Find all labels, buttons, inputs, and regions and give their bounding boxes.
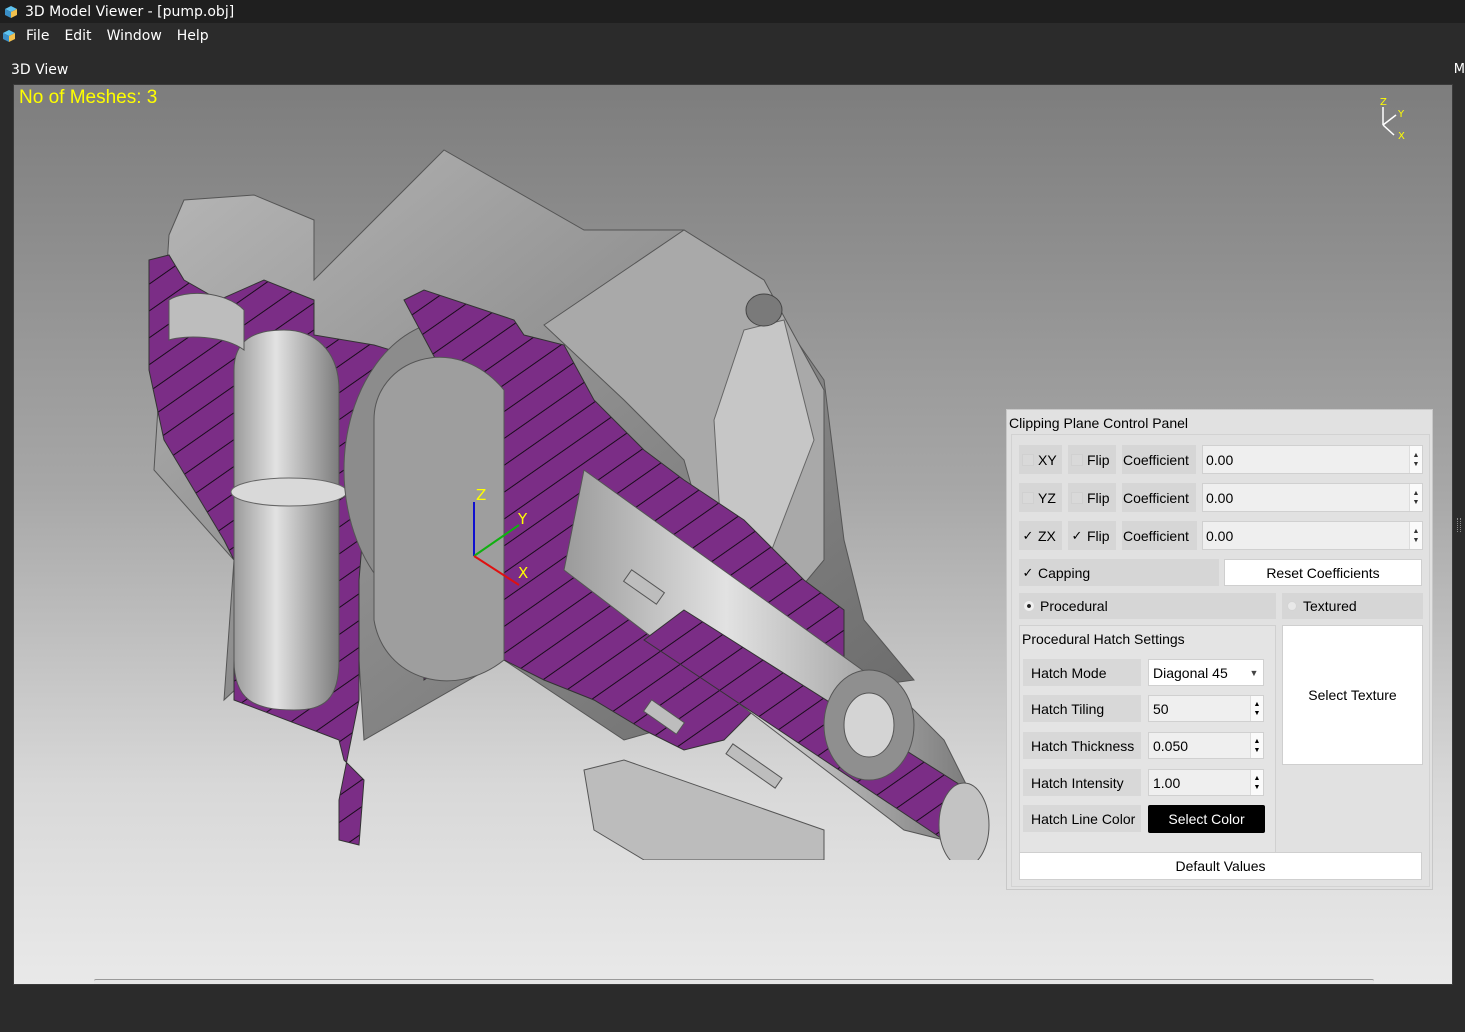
horizontal-scrollbar[interactable] [94,979,1374,984]
textured-label: Textured [1303,598,1357,614]
xy-flip-checkbox[interactable]: Flip [1068,445,1116,474]
intensity-spin-arrows-icon[interactable]: ▲ ▼ [1250,770,1263,795]
zx-label: ZX [1038,527,1056,544]
xy-spin-arrows-icon[interactable]: ▲ ▼ [1409,446,1422,473]
view-header: 3D View M [0,58,1465,82]
xy-coefficient-value: 0.00 [1206,451,1234,468]
xy-flip-checkbox-box [1071,453,1083,466]
hatch-mode-dropdown[interactable]: Diagonal 45 ▼ [1148,659,1264,686]
capping-label: Capping [1038,564,1091,581]
xy-coefficient-spinbox[interactable]: 0.00 ▲ ▼ [1202,445,1423,474]
zx-flip-checkmark-icon: ✓ [1071,527,1083,543]
hatch-tiling-label: Hatch Tiling [1023,695,1141,722]
zx-flip-label: Flip [1087,527,1110,544]
zx-coefficient-spinbox[interactable]: 0.00 ▲ ▼ [1202,521,1423,550]
tiling-spin-arrows-icon[interactable]: ▲ ▼ [1250,696,1263,721]
textured-radio-dot-icon [1287,601,1297,611]
menu-file[interactable]: File [26,26,49,46]
hatch-settings-group: Procedural Hatch Settings Hatch Mode Dia… [1019,625,1276,855]
yz-spin-arrows-icon[interactable]: ▲ ▼ [1409,484,1422,511]
dock-splitter-handle[interactable] [1457,518,1461,532]
zx-coefficient-label: Coefficient [1122,521,1197,550]
xy-coefficient-label: Coefficient [1122,445,1196,474]
zx-plane-checkbox[interactable]: ✓ ZX [1019,521,1062,550]
default-values-button[interactable]: Default Values [1019,852,1422,880]
menu-edit[interactable]: Edit [64,26,91,46]
hatch-intensity-spinbox[interactable]: 1.00 ▲ ▼ [1148,769,1264,796]
capping-checkmark-icon: ✓ [1022,564,1034,580]
model-axis-x-label: X [518,564,528,582]
model-axis-y-label: Y [517,510,528,528]
triad-x-label: X [1398,131,1405,142]
hatch-thickness-spinbox[interactable]: 0.050 ▲ ▼ [1148,732,1264,759]
title-bar: 3D Model Viewer - [pump.obj] [0,0,1465,23]
procedural-radio-dot-icon [1024,601,1034,611]
triad-z-label: Z [1380,97,1387,108]
panel-content: XY Flip Coefficient 0.00 ▲ ▼ YZ Flip Coef… [1011,434,1430,887]
zx-checkmark-icon: ✓ [1022,527,1034,543]
hatch-tiling-spinbox[interactable]: 50 ▲ ▼ [1148,695,1264,722]
yz-label: YZ [1038,489,1056,506]
mesh-count-label: No of Meshes: 3 [19,87,158,108]
hatch-thickness-value: 0.050 [1153,737,1189,754]
triad-y-label: Y [1397,109,1405,120]
menu-bar: File Edit Window Help [0,23,1465,48]
model-axis-z-label: Z [476,486,486,504]
hatch-line-color-label: Hatch Line Color [1023,805,1141,832]
second-dock-title[interactable]: M [1454,62,1465,77]
yz-coefficient-label: Coefficient [1122,483,1196,512]
clipping-plane-panel: Clipping Plane Control Panel XY Flip Coe… [1006,409,1433,890]
yz-plane-checkbox[interactable]: YZ [1019,483,1062,512]
yz-flip-checkbox[interactable]: Flip [1068,483,1116,512]
hatch-mode-value: Diagonal 45 [1153,664,1228,681]
hatch-thickness-label: Hatch Thickness [1023,732,1141,759]
textured-radio[interactable]: Textured [1282,593,1423,619]
yz-flip-checkbox-box [1071,491,1083,504]
chevron-down-icon: ▼ [1249,667,1259,678]
xy-checkbox-box [1022,453,1034,466]
menu-window[interactable]: Window [107,26,162,46]
xy-plane-checkbox[interactable]: XY [1019,445,1062,474]
yz-coefficient-spinbox[interactable]: 0.00 ▲ ▼ [1202,483,1423,512]
yz-flip-label: Flip [1087,489,1110,506]
app-cube-icon [3,29,15,42]
xy-label: XY [1038,451,1057,468]
select-texture-button[interactable]: Select Texture [1282,625,1423,765]
hatch-mode-label: Hatch Mode [1023,659,1141,686]
procedural-radio[interactable]: Procedural [1019,593,1276,619]
yz-checkbox-box [1022,491,1034,504]
xy-flip-label: Flip [1087,451,1110,468]
hatch-tiling-value: 50 [1153,700,1169,717]
view-title: 3D View [11,62,69,78]
menu-help[interactable]: Help [177,26,209,46]
panel-title: Clipping Plane Control Panel [1009,415,1188,431]
capping-checkbox[interactable]: ✓ Capping [1019,559,1219,586]
axis-triad-icon: Z Y X [1380,97,1405,142]
thickness-spin-arrows-icon[interactable]: ▲ ▼ [1250,733,1263,758]
yz-coefficient-value: 0.00 [1206,489,1234,506]
reset-coefficients-button[interactable]: Reset Coefficients [1224,559,1422,586]
hatch-intensity-label: Hatch Intensity [1023,769,1141,796]
zx-spin-arrows-icon[interactable]: ▲ ▼ [1409,522,1422,549]
procedural-label: Procedural [1040,598,1108,614]
hatch-intensity-value: 1.00 [1153,774,1181,791]
app-cube-icon [5,5,17,18]
select-color-button[interactable]: Select Color [1148,805,1265,833]
zx-coefficient-value: 0.00 [1206,527,1234,544]
window-title: 3D Model Viewer - [pump.obj] [25,3,235,20]
hatch-settings-title: Procedural Hatch Settings [1022,631,1185,647]
zx-flip-checkbox[interactable]: ✓ Flip [1068,521,1116,550]
pump-model-render[interactable]: Z Y X [124,140,1004,860]
